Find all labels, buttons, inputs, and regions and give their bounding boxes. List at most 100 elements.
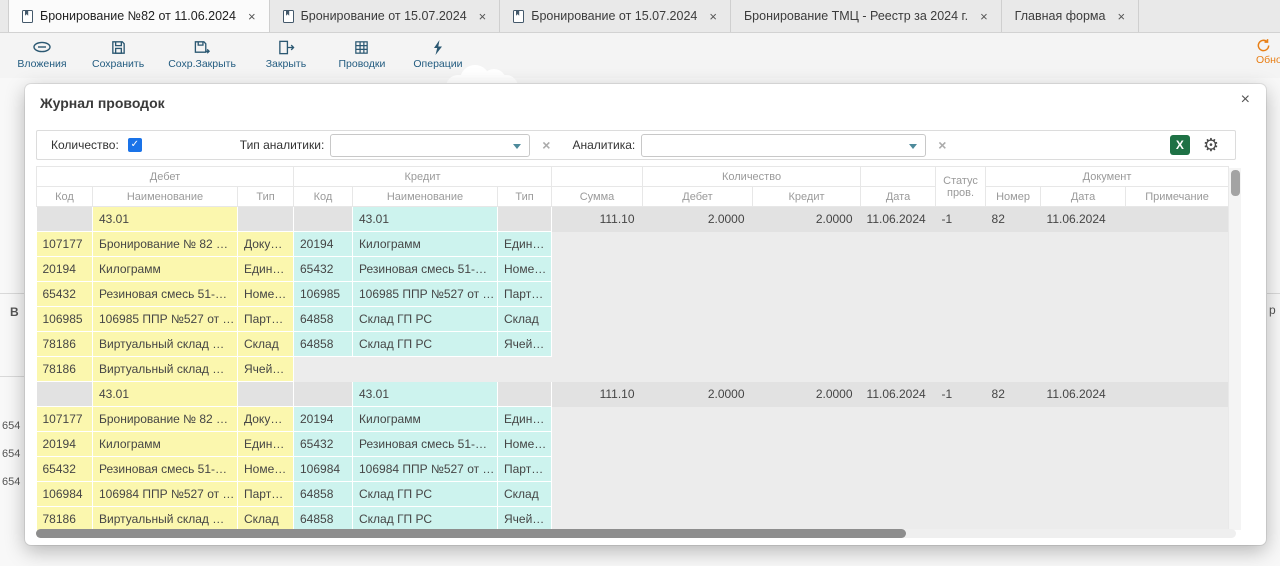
- paperclip-icon: [32, 38, 52, 56]
- cell-d-name: Резиновая смесь 51-…: [93, 457, 238, 482]
- cell-d-name: Бронирование № 82 …: [93, 232, 238, 257]
- cell-k-code: [294, 357, 353, 382]
- cell-d-type: Парт…: [238, 307, 294, 332]
- cell-qd: [643, 482, 753, 507]
- cell-status: [936, 307, 986, 332]
- cell-qk: [753, 257, 861, 282]
- cell-ddate: [1041, 407, 1126, 432]
- dialog-close-icon[interactable]: ×: [1241, 91, 1250, 109]
- vertical-scrollbar[interactable]: [1228, 168, 1241, 530]
- postings-table-area: Дебет Кредит Количество Статус пров. Док…: [36, 166, 1241, 532]
- table-row[interactable]: 106985106985 ППР №527 от …Парт…64858Скла…: [37, 307, 1229, 332]
- cell-k-type: Парт…: [498, 457, 552, 482]
- horizontal-scrollbar-thumb[interactable]: [36, 529, 906, 538]
- cell-k-code: 64858: [294, 307, 353, 332]
- cell-k-code: 106984: [294, 457, 353, 482]
- cell-k-name: Склад ГП РС: [353, 307, 498, 332]
- tab-bar: Бронирование №82 от 11.06.2024 × Брониро…: [0, 0, 1280, 33]
- tab-main-form[interactable]: Главная форма ×: [1002, 0, 1139, 32]
- cell-sum: [552, 232, 643, 257]
- toolbar-label: Сохр.Закрыть: [168, 58, 236, 70]
- cell-ddate: [1041, 457, 1126, 482]
- table-row[interactable]: 65432Резиновая смесь 51-…Номе…1069841069…: [37, 457, 1229, 482]
- cell-qk: [753, 507, 861, 532]
- postings-button[interactable]: Проводки: [336, 38, 388, 70]
- tab-booking-1507-a[interactable]: Бронирование от 15.07.2024 ×: [270, 0, 501, 32]
- settings-gear-icon[interactable]: ⚙: [1203, 136, 1219, 154]
- cell-date: [861, 457, 936, 482]
- tab-booking-1507-b[interactable]: Бронирование от 15.07.2024 ×: [500, 0, 731, 32]
- analytics-select[interactable]: [641, 134, 926, 157]
- cell-qd: [643, 282, 753, 307]
- tab-close-icon[interactable]: ×: [479, 9, 487, 24]
- tab-booking-82[interactable]: Бронирование №82 от 11.06.2024 ×: [8, 0, 270, 32]
- cell-k-type: Номе…: [498, 432, 552, 457]
- cell-ddate: [1041, 432, 1126, 457]
- table-row[interactable]: 20194КилограммЕдин…65432Резиновая смесь …: [37, 432, 1229, 457]
- cell-note: [1126, 357, 1229, 382]
- cell-k-type: Ячей…: [498, 507, 552, 532]
- tab-close-icon[interactable]: ×: [1117, 9, 1125, 24]
- tab-close-icon[interactable]: ×: [248, 9, 256, 24]
- cell-k-name: Склад ГП РС: [353, 507, 498, 532]
- cell-k-type: Номе…: [498, 257, 552, 282]
- table-row[interactable]: 78186Виртуальный склад …Склад64858Склад …: [37, 332, 1229, 357]
- analytics-type-select[interactable]: [330, 134, 530, 157]
- col-group-credit: Кредит: [294, 167, 552, 187]
- quantity-checkbox[interactable]: ✓: [128, 138, 142, 152]
- cell-date: [861, 357, 936, 382]
- cell-date: [861, 307, 936, 332]
- cell-d-code: [37, 207, 93, 232]
- table-row[interactable]: 78186Виртуальный склад …Ячей…: [37, 357, 1229, 382]
- cell-ddate: [1041, 482, 1126, 507]
- excel-export-button[interactable]: X: [1170, 135, 1190, 155]
- table-row[interactable]: 106984106984 ППР №527 от …Парт…64858Скла…: [37, 482, 1229, 507]
- cell-d-name: 43.01: [93, 382, 238, 407]
- cell-qk: [753, 432, 861, 457]
- cell-d-type: [238, 207, 294, 232]
- cell-note: [1126, 307, 1229, 332]
- cell-sum: [552, 457, 643, 482]
- close-form-button[interactable]: Закрыть: [260, 38, 312, 70]
- cell-note: [1126, 407, 1229, 432]
- toolbar: Вложения Сохранить Сохр.Закрыть Закрыть …: [0, 33, 1280, 78]
- table-grid-icon: [353, 38, 370, 56]
- quantity-label: Количество:: [51, 138, 119, 152]
- tab-close-icon[interactable]: ×: [980, 9, 988, 24]
- cell-k-name: Склад ГП РС: [353, 482, 498, 507]
- table-row[interactable]: 107177Бронирование № 82 …Доку…20194Килог…: [37, 407, 1229, 432]
- analytics-label: Аналитика:: [572, 138, 635, 152]
- save-button[interactable]: Сохранить: [92, 38, 144, 70]
- tab-close-icon[interactable]: ×: [709, 9, 717, 24]
- table-row[interactable]: 43.0143.01111.102.00002.000011.06.2024-1…: [37, 207, 1229, 232]
- cell-ddate: 11.06.2024: [1041, 382, 1126, 407]
- cell-d-name: 106984 ППР №527 от …: [93, 482, 238, 507]
- cell-k-code: 64858: [294, 507, 353, 532]
- tab-tmc-registry[interactable]: Бронирование ТМЦ - Реестр за 2024 г. ×: [731, 0, 1002, 32]
- col-header-credit-type: Тип: [498, 187, 552, 207]
- table-row[interactable]: 20194КилограммЕдин…65432Резиновая смесь …: [37, 257, 1229, 282]
- cell-date: 11.06.2024: [861, 207, 936, 232]
- horizontal-scrollbar[interactable]: [36, 529, 1236, 538]
- cell-k-code: 20194: [294, 407, 353, 432]
- vertical-scrollbar-thumb[interactable]: [1231, 170, 1240, 196]
- tab-label: Главная форма: [1015, 9, 1106, 23]
- cell-qd: 2.0000: [643, 207, 753, 232]
- save-close-button[interactable]: Сохр.Закрыть: [168, 38, 236, 70]
- cell-ddate: [1041, 282, 1126, 307]
- refresh-button[interactable]: Обновить: [1256, 38, 1280, 66]
- cell-qk: 2.0000: [753, 207, 861, 232]
- refresh-label: Обновить: [1256, 54, 1280, 66]
- analytics-type-clear-icon[interactable]: ×: [542, 137, 550, 153]
- cell-d-name: 106985 ППР №527 от …: [93, 307, 238, 332]
- attachments-button[interactable]: Вложения: [16, 38, 68, 70]
- analytics-clear-icon[interactable]: ×: [938, 137, 946, 153]
- operations-button[interactable]: Операции: [412, 38, 464, 70]
- table-row[interactable]: 107177Бронирование № 82 …Доку…20194Килог…: [37, 232, 1229, 257]
- table-row[interactable]: 43.0143.01111.102.00002.000011.06.2024-1…: [37, 382, 1229, 407]
- cell-k-code: 65432: [294, 432, 353, 457]
- cell-k-name: Килограмм: [353, 232, 498, 257]
- table-row[interactable]: 78186Виртуальный склад …Склад64858Склад …: [37, 507, 1229, 532]
- table-row[interactable]: 65432Резиновая смесь 51-…Номе…1069851069…: [37, 282, 1229, 307]
- cell-sum: [552, 307, 643, 332]
